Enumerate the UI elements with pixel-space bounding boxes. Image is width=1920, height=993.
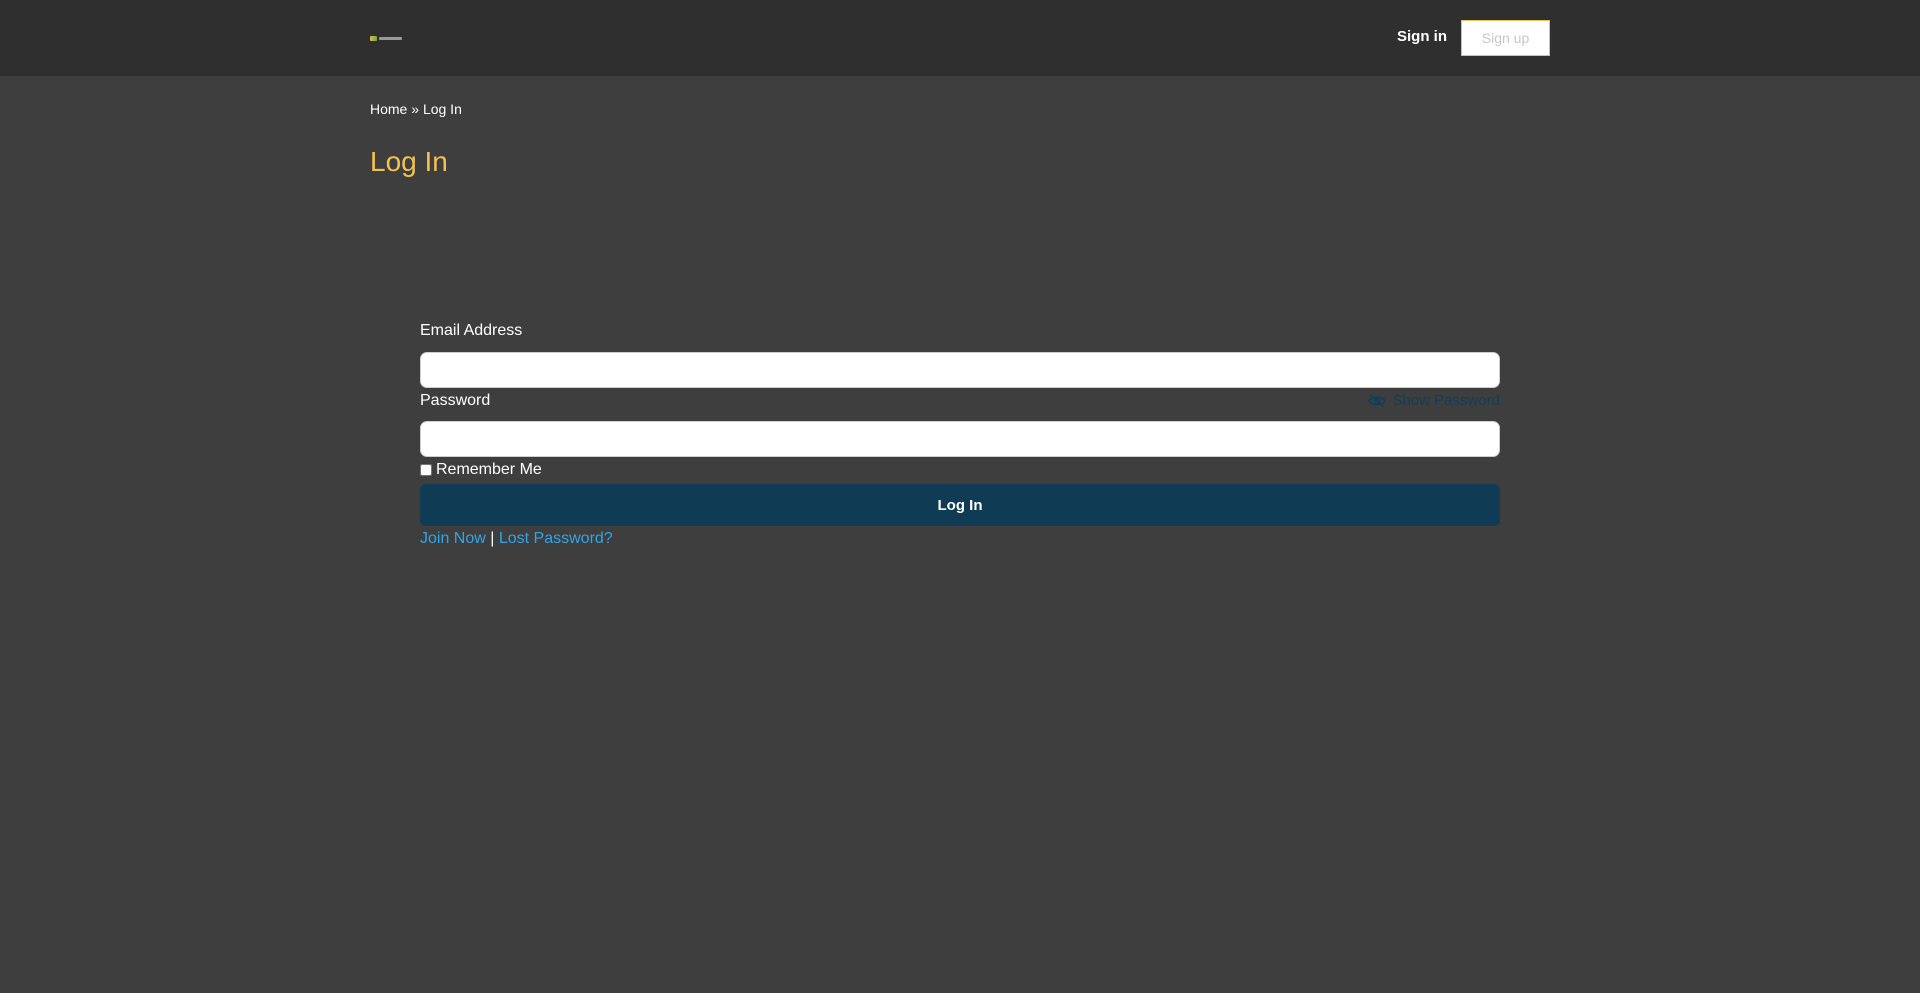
sign-up-button[interactable]: Sign up bbox=[1461, 20, 1550, 56]
site-header: Sign in Sign up bbox=[0, 0, 1920, 76]
remember-me-row: Remember Me bbox=[420, 461, 542, 479]
email-field[interactable] bbox=[420, 352, 1500, 388]
password-label: Password bbox=[420, 392, 491, 409]
links-separator: | bbox=[485, 530, 499, 547]
password-field[interactable] bbox=[420, 421, 1500, 457]
show-password-label: Show Password bbox=[1392, 392, 1500, 409]
breadcrumb: Home » Log In bbox=[370, 101, 462, 117]
lost-password-link[interactable]: Lost Password? bbox=[499, 530, 613, 547]
logo-mark bbox=[370, 35, 377, 41]
show-password-toggle[interactable]: Show Password bbox=[1367, 392, 1500, 409]
join-now-link[interactable]: Join Now bbox=[420, 530, 486, 547]
log-in-button[interactable]: Log In bbox=[420, 484, 1500, 526]
breadcrumb-current: Log In bbox=[422, 101, 462, 117]
email-label: Email Address bbox=[420, 322, 523, 339]
page-title: Log In bbox=[370, 146, 448, 177]
eye-slash-icon bbox=[1368, 394, 1387, 407]
breadcrumb-home-link[interactable]: Home bbox=[370, 101, 407, 117]
form-links: Join Now | Lost Password? bbox=[420, 530, 613, 548]
remember-me-label: Remember Me bbox=[436, 461, 542, 478]
site-logo[interactable] bbox=[370, 35, 402, 41]
logo-wordmark bbox=[379, 36, 402, 40]
remember-me-checkbox[interactable] bbox=[420, 464, 432, 476]
sign-in-link[interactable]: Sign in bbox=[1397, 28, 1447, 45]
breadcrumb-separator: » bbox=[407, 101, 423, 117]
